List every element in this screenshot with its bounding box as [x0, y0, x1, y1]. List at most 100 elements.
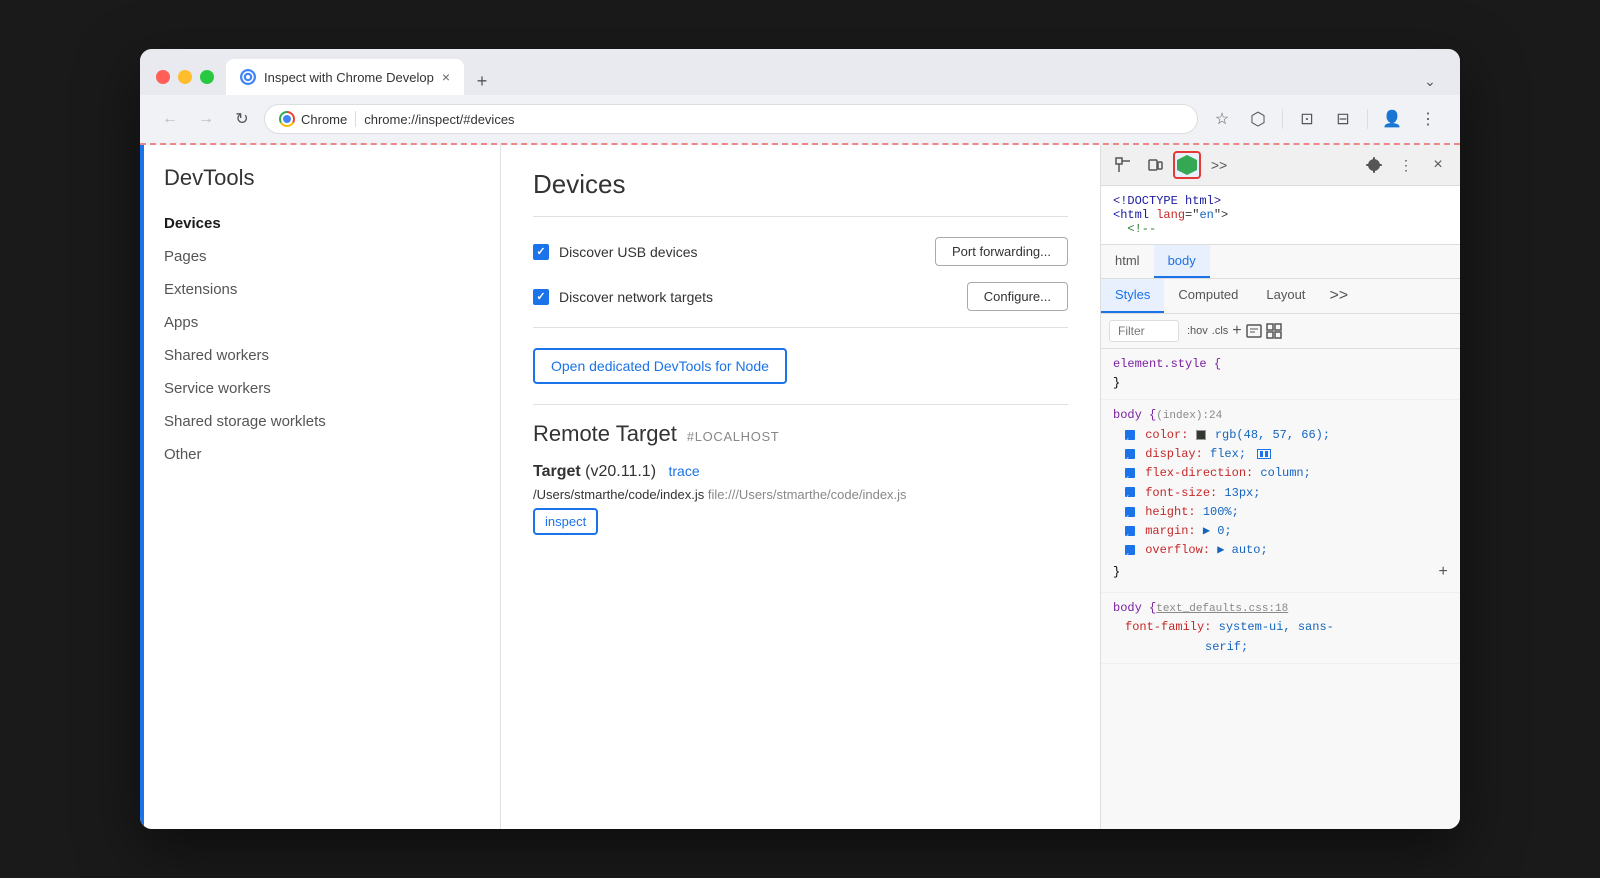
styles-filter-input[interactable]	[1109, 320, 1179, 342]
height-checkbox[interactable]	[1125, 507, 1135, 517]
hov-button[interactable]: :hov	[1187, 325, 1208, 337]
tab-close-icon[interactable]: ×	[442, 70, 450, 84]
devtools-styles: element.style { } body { (index):24 colo…	[1101, 349, 1460, 829]
pip-icon: ⊡	[1300, 109, 1313, 129]
filter-actions: :hov .cls +	[1187, 322, 1282, 340]
nav-item-service-workers[interactable]: Service workers	[144, 372, 500, 405]
usb-checkbox-label[interactable]: Discover USB devices	[533, 244, 698, 260]
reload-button[interactable]: ↻	[228, 105, 256, 133]
tab-more[interactable]: >>	[1319, 279, 1358, 313]
divider2	[533, 404, 1068, 405]
vertical-dots-icon: ⋮	[1399, 157, 1413, 174]
extension-button[interactable]: ⬡	[1242, 103, 1274, 135]
star-icon: ☆	[1215, 109, 1229, 129]
devtools-toolbar: >> ⋮ ×	[1101, 145, 1460, 186]
margin-checkbox[interactable]	[1125, 526, 1135, 536]
devices-panel: Devices Discover USB devices Port forwar…	[500, 145, 1100, 829]
nav-item-pages[interactable]: Pages	[144, 240, 500, 273]
nav-item-devices[interactable]: Devices	[144, 207, 500, 240]
tab-computed[interactable]: Computed	[1164, 279, 1252, 313]
left-nav: DevTools Devices Pages Extensions Apps S…	[144, 145, 500, 829]
chrome-label-text: Chrome	[301, 112, 347, 127]
add-style-button[interactable]: +	[1232, 322, 1241, 340]
html-tag-line: <html lang="en">	[1113, 208, 1448, 222]
font-size-checkbox[interactable]	[1125, 487, 1135, 497]
nav-item-shared-storage[interactable]: Shared storage worklets	[144, 405, 500, 438]
new-tab-button[interactable]: +	[468, 67, 496, 95]
tab-dropdown-button[interactable]: ⌄	[1416, 67, 1444, 95]
computed-icon[interactable]	[1266, 323, 1282, 339]
target-path: /Users/stmarthe/code/index.js file:///Us…	[533, 487, 1068, 502]
settings-button[interactable]	[1360, 151, 1388, 179]
more-options-button[interactable]: ⋮	[1392, 151, 1420, 179]
menu-button[interactable]: ⋮	[1412, 103, 1444, 135]
section-title: Devices	[533, 169, 1068, 217]
add-property-button[interactable]: +	[1438, 560, 1448, 586]
more-tools-button[interactable]: >>	[1205, 151, 1233, 179]
avatar-icon: 👤	[1382, 109, 1402, 129]
back-button[interactable]: ←	[156, 105, 184, 133]
port-forwarding-button[interactable]: Port forwarding...	[935, 237, 1068, 266]
body-defaults-rule: body { text_defaults.css:18 font-family:…	[1101, 593, 1460, 664]
nav-item-other[interactable]: Other	[144, 438, 500, 471]
inspect-button[interactable]: inspect	[533, 508, 598, 535]
node-devtools-button[interactable]: Open dedicated DevTools for Node	[533, 348, 787, 384]
style-editor-icon[interactable]	[1246, 323, 1262, 339]
divider1	[533, 327, 1068, 328]
chrome-icon	[279, 111, 295, 127]
devtools-tabs: html body	[1101, 245, 1460, 279]
doctype-line: <!DOCTYPE html>	[1113, 194, 1448, 208]
active-tab[interactable]: Inspect with Chrome Develop ×	[226, 59, 464, 95]
trace-link[interactable]: trace	[668, 463, 699, 479]
browser-window: Inspect with Chrome Develop × + ⌄ ← → ↻ …	[140, 49, 1460, 829]
element-picker-button[interactable]	[1109, 151, 1137, 179]
forward-button[interactable]: →	[192, 105, 220, 133]
display-checkbox[interactable]	[1125, 449, 1135, 459]
target-info: Target (v20.11.1) trace	[533, 463, 1068, 481]
bookmark-button[interactable]: ☆	[1206, 103, 1238, 135]
body-rule: body { (index):24 color: rgb(48, 57, 66)…	[1101, 400, 1460, 593]
tab-html[interactable]: html	[1101, 245, 1154, 278]
target-name: Target (v20.11.1)	[533, 463, 660, 480]
nav-item-apps[interactable]: Apps	[144, 306, 500, 339]
network-checkbox-label[interactable]: Discover network targets	[533, 289, 713, 305]
avatar-button[interactable]: 👤	[1376, 103, 1408, 135]
3d-view-icon	[1177, 155, 1197, 175]
address-bar[interactable]: Chrome chrome://inspect/#devices	[264, 104, 1198, 134]
extension-icon: ⬡	[1250, 109, 1266, 130]
chevron-right-icon: >>	[1211, 157, 1227, 173]
devtools-panel: >> ⋮ × <!DOCTYPE html>	[1100, 145, 1460, 829]
color-swatch	[1196, 430, 1206, 440]
cls-button[interactable]: .cls	[1212, 325, 1229, 337]
device-toggle-button[interactable]	[1141, 151, 1169, 179]
network-row: Discover network targets Configure...	[533, 282, 1068, 311]
network-checkbox[interactable]	[533, 289, 549, 305]
tab-layout[interactable]: Layout	[1252, 279, 1319, 313]
remote-target-section: Remote Target #LOCALHOST Target (v20.11.…	[533, 421, 1068, 535]
styles-filter-bar: :hov .cls +	[1101, 314, 1460, 349]
tab-favicon	[240, 69, 256, 85]
nav-item-extensions[interactable]: Extensions	[144, 273, 500, 306]
flex-icon	[1257, 449, 1271, 459]
pip-button[interactable]: ⊡	[1291, 103, 1323, 135]
3d-view-button[interactable]	[1173, 151, 1201, 179]
color-checkbox[interactable]	[1125, 430, 1135, 440]
usb-checkbox[interactable]	[533, 244, 549, 260]
close-button[interactable]	[156, 70, 170, 84]
minimize-button[interactable]	[178, 70, 192, 84]
title-bar: Inspect with Chrome Develop × + ⌄	[140, 49, 1460, 95]
sidebar-icon: ⊟	[1336, 109, 1349, 129]
target-file-url: file:///Users/stmarthe/code/index.js	[708, 487, 907, 502]
tab-styles[interactable]: Styles	[1101, 279, 1164, 313]
close-devtools-button[interactable]: ×	[1424, 151, 1452, 179]
sidebar-button[interactable]: ⊟	[1327, 103, 1359, 135]
tab-body[interactable]: body	[1154, 245, 1210, 278]
nav-item-shared-workers[interactable]: Shared workers	[144, 339, 500, 372]
remote-target-title: Remote Target	[533, 421, 677, 447]
toolbar: ← → ↻ Chrome chrome://inspect/#devices ☆…	[140, 95, 1460, 143]
flex-dir-checkbox[interactable]	[1125, 468, 1135, 478]
overflow-checkbox[interactable]	[1125, 545, 1135, 555]
maximize-button[interactable]	[200, 70, 214, 84]
remote-target-sub: #LOCALHOST	[687, 429, 779, 444]
configure-button[interactable]: Configure...	[967, 282, 1068, 311]
